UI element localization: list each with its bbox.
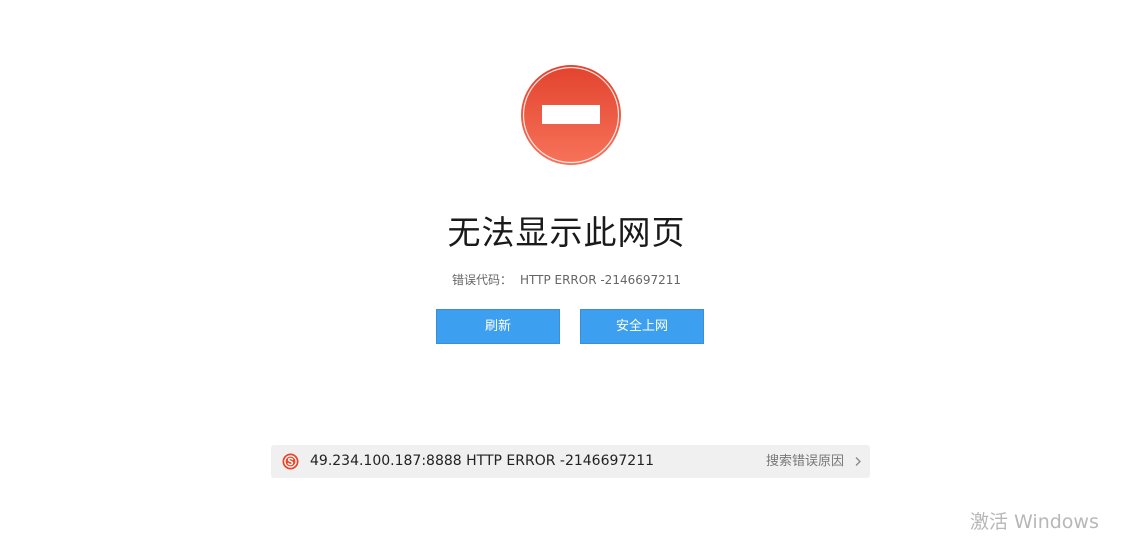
error-code-label: 错误代码： (451, 273, 512, 287)
search-error-bar[interactable]: 49.234.100.187:8888 HTTP ERROR -21466972… (271, 445, 870, 478)
chevron-right-icon (855, 457, 861, 466)
refresh-button[interactable]: 刷新 (436, 309, 560, 344)
error-page: 无法显示此网页 错误代码： HTTP ERROR -2146697211 刷新 安… (0, 0, 1133, 541)
activate-windows-watermark: 激活 Windows (970, 511, 1099, 533)
watermark-subtext (970, 536, 1110, 541)
no-entry-icon (521, 65, 621, 165)
sogou-icon (282, 453, 299, 470)
search-error-reason-link[interactable]: 搜索错误原因 (766, 445, 844, 478)
safe-browse-button[interactable]: 安全上网 (580, 309, 704, 344)
error-code-line: 错误代码： HTTP ERROR -2146697211 (0, 271, 1133, 289)
search-query-text: 49.234.100.187:8888 HTTP ERROR -21466972… (310, 453, 655, 469)
error-code-value: HTTP ERROR -2146697211 (519, 273, 682, 287)
page-title: 无法显示此网页 (447, 213, 686, 252)
